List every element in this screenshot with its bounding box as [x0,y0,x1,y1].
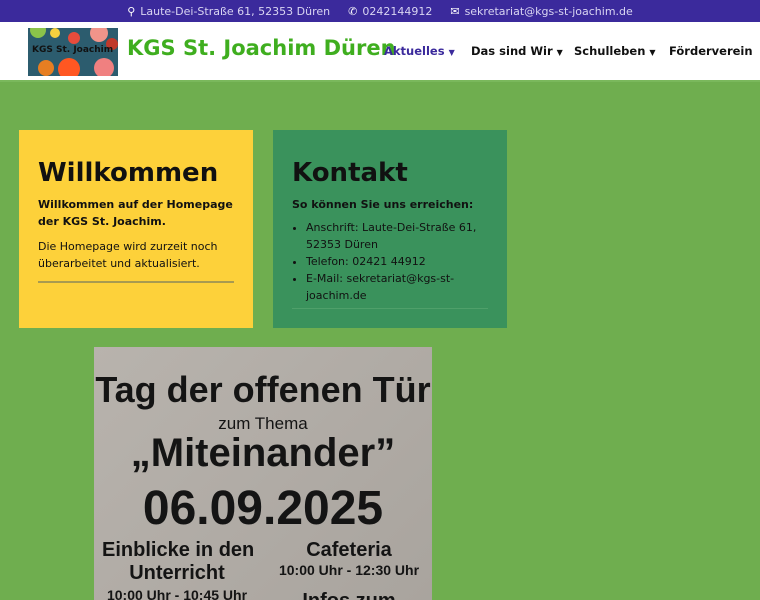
open-day-poster-image: Tag der offenen Tür zum Thema „Miteinand… [94,347,432,600]
contact-card: Kontakt So können Sie uns erreichen: Ans… [273,130,507,328]
school-logo[interactable]: KGS St. Joachim [28,28,118,76]
caret-down-icon: ▼ [448,48,455,57]
top-info-bar: ⚲ Laute-Dei-Straße 61, 52353 Düren ✆ 02421… [0,0,760,22]
caret-down-icon: ▼ [556,48,563,57]
contact-intro: So können Sie uns erreichen: [292,198,474,211]
site-header: KGS St. Joachim KGS St. Joachim Düren Ak… [0,22,760,82]
address-info: ⚲ Laute-Dei-Straße 61, 52353 Düren [127,4,331,18]
contact-list: Anschrift: Laute-Dei-Straße 61, 52353 Dü… [292,219,488,304]
contact-address: Anschrift: Laute-Dei-Straße 61, 52353 Dü… [306,219,488,253]
caret-down-icon: ▼ [649,48,656,57]
welcome-card: Willkommen Willkommen auf der Homepage d… [19,130,253,328]
contact-email[interactable]: E-Mail: sekretariat@kgs-st-joachim.de [306,270,488,304]
divider [38,281,234,283]
envelope-icon: ✉ [450,4,460,18]
email-info[interactable]: ✉ sekretariat@kgs-st-joachim.de [450,5,632,18]
nav-foerderverein[interactable]: Förderverein [669,44,753,58]
map-pin-icon: ⚲ [127,4,136,18]
nav-das-sind-wir[interactable]: Das sind Wir ▼ [471,44,563,58]
nav-schulleben[interactable]: Schulleben ▼ [574,44,656,58]
welcome-intro: Willkommen auf der Homepage der KGS St. … [38,198,233,228]
welcome-text: Die Homepage wird zurzeit noch überarbei… [38,240,218,270]
divider [292,308,488,309]
contact-title: Kontakt [292,158,408,188]
nav-aktuelles[interactable]: Aktuelles ▼ [384,44,455,58]
phone-info[interactable]: ✆ 0242144912 [348,5,432,18]
contact-phone[interactable]: Telefon: 02421 44912 [306,253,488,270]
welcome-title: Willkommen [38,158,219,188]
site-title[interactable]: KGS St. Joachim Düren [127,36,396,60]
phone-icon: ✆ [348,4,358,18]
